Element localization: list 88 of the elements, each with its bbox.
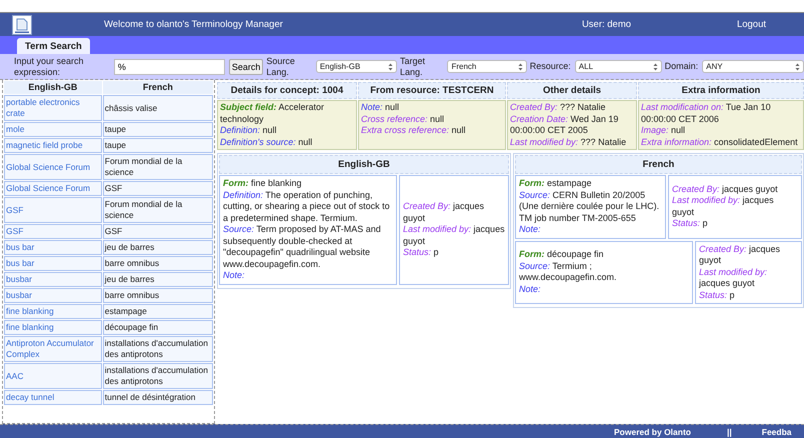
separator-text: || [727, 426, 732, 436]
filter-label: Target Lang. [400, 56, 426, 78]
table-cell: châssis valise [102, 95, 213, 121]
table-cell: découpage fin [102, 320, 213, 335]
table-cell: installations d'accumulation des antiprotons [102, 363, 213, 389]
dropdown-arrow-icon [388, 62, 394, 70]
term-link[interactable]: busbar [4, 272, 102, 287]
field-text: Source: CERN Bulletin 20/2005 (Une dernière coulée pour le LHC). TM job number TM-2005-655 [519, 190, 660, 224]
powered-by-text: Powered by Olanto [614, 426, 691, 436]
filter-label: Domain: [664, 61, 698, 72]
section-header: Other details [507, 82, 637, 99]
field-text: Created By: jacques guyot [672, 184, 779, 196]
field-text: Source: Termium ; www.decoupagefin.com. [519, 260, 618, 284]
logo-icon [12, 14, 32, 34]
table-cell: barre omnibus [102, 256, 213, 271]
field-text: Definition's source: null [220, 136, 314, 148]
table-cell: estampage [102, 304, 213, 319]
section-header: Details for concept: 1004 [217, 82, 357, 99]
logout-link[interactable]: Logout [736, 19, 766, 30]
filter-dropdown[interactable]: ALL [574, 60, 662, 73]
field-text: Note: [519, 284, 542, 296]
term-link[interactable]: portable electronics crate [4, 95, 102, 121]
table-cell: tunnel de désintégration [102, 390, 213, 405]
field-text: Definition: The operation of punching, cutting, or shearing a piece out of stock to a predetermined shape. Termium. [223, 190, 391, 224]
column-header: French [102, 81, 213, 94]
filter-dropdown[interactable]: English-GB [316, 60, 398, 73]
dropdown-arrow-icon [795, 62, 800, 70]
table-cell: Forum mondial de la science [102, 197, 213, 223]
field-text: Cross reference: null [361, 114, 446, 125]
table-cell: installations d'accumulation des antiprotons [102, 336, 213, 362]
term-link[interactable]: mole [4, 122, 102, 137]
field-text: Status: p [403, 247, 440, 258]
term-link[interactable]: AAC [4, 363, 102, 389]
field-text: Extra cross reference: null [361, 125, 467, 136]
field-text: Form: estampage [519, 178, 593, 190]
section-header: Extra information [638, 82, 804, 99]
term-link[interactable]: magnetic field probe [4, 138, 102, 153]
filter-dropdown[interactable]: French [447, 60, 527, 73]
dropdown-arrow-icon [652, 62, 658, 70]
field-text: Creation Date: Wed Jan 19 00:00:00 CET 2005 [510, 114, 620, 136]
filter-label: Resource: [530, 61, 571, 72]
field-text: Form: fine blanking [223, 178, 303, 190]
term-link[interactable]: Global Science Forum [4, 154, 102, 180]
term-link[interactable]: Antiproton Accumulator Complex [4, 336, 102, 362]
term-link[interactable]: bus bar [4, 240, 102, 255]
feedback-link[interactable]: Feedba [762, 426, 792, 436]
field-text: Image: null [641, 125, 686, 136]
table-cell: GSF [102, 181, 213, 196]
table-cell: Forum mondial de la science [102, 154, 213, 180]
filter-label: Source Lang. [266, 56, 296, 78]
term-link[interactable]: fine blanking [4, 304, 102, 319]
search-field[interactable]: % [114, 58, 225, 74]
field-text: Note: [223, 270, 246, 282]
term-link[interactable]: decay tunnel [4, 390, 102, 405]
table-cell: jeu de barres [102, 272, 213, 287]
term-link[interactable]: bus bar [4, 256, 102, 271]
user-label: User: demo [582, 19, 632, 30]
field-text: Created By: jacques guyot [699, 244, 782, 266]
table-cell: taupe [102, 138, 213, 153]
search-label: Input your search expression: [14, 56, 85, 78]
field-text: Note: null [361, 102, 400, 114]
field-text: Note: [519, 224, 542, 236]
term-link[interactable]: GSF [4, 224, 102, 239]
section-header: From resource: TESTCERN [358, 82, 506, 99]
tab[interactable]: Term Search [17, 38, 90, 54]
field-text: Created By: ??? Natalie [510, 102, 607, 114]
search-button[interactable]: Search [228, 58, 264, 74]
field-text: Source: Term proposed by AT-MAS and subsequently double-checked at "decoupagefin" quadrilingual website www.decoupagefin.com. [223, 224, 382, 270]
field-text: Status: p [672, 218, 709, 230]
language-header: French [515, 155, 802, 174]
term-link[interactable]: fine blanking [4, 320, 102, 335]
term-link[interactable]: busbar [4, 288, 102, 303]
field-text: Definition: null [220, 125, 278, 136]
term-link[interactable]: Global Science Forum [4, 181, 102, 196]
table-cell: taupe [102, 122, 213, 137]
table-cell: GSF [102, 224, 213, 239]
dropdown-arrow-icon [518, 62, 523, 70]
field-text: Extra information: consolidatedElement [641, 136, 799, 148]
language-header: English-GB [219, 155, 509, 174]
field-text: Form: découpage fin [519, 249, 605, 261]
table-cell: jeu de barres [102, 240, 213, 255]
table-cell: barre omnibus [102, 288, 213, 303]
app-title: Welcome to olanto's Terminology Manager [104, 19, 283, 30]
field-text: Last modified by: ??? Natalie [510, 136, 628, 148]
filter-dropdown[interactable]: ANY [702, 60, 804, 73]
field-text: Status: p [699, 290, 736, 301]
column-header: English-GB [4, 81, 102, 94]
term-link[interactable]: GSF [4, 197, 102, 223]
